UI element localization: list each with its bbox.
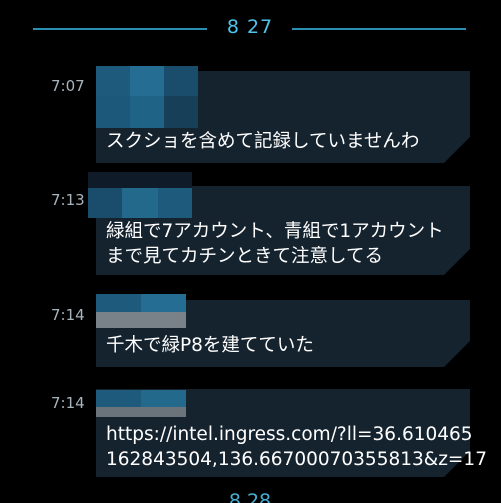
chat-log-screen: 8 27 7:07 スクショを含めて記録していませんわ 7:13 緑組で7アカウ… <box>0 0 501 503</box>
message-time: 7:14 <box>51 394 85 412</box>
message-time: 7:13 <box>51 191 85 209</box>
date-label: 8 28 <box>228 490 272 503</box>
pixelated-avatar-icon <box>96 66 198 128</box>
pixelated-avatar-icon <box>96 294 186 328</box>
message-text: 千木で緑P8を建てていた <box>106 335 314 356</box>
date-divider: 8 27 <box>0 14 501 44</box>
message-text: スクショを含めて記録していませんわ <box>106 131 420 152</box>
pixelated-avatar-icon <box>96 390 186 417</box>
message-time: 7:07 <box>51 77 85 95</box>
message-time: 7:14 <box>51 306 85 324</box>
message-text-line: まで見てカチンときて注意してる <box>106 246 383 267</box>
message-link-line[interactable]: https://intel.ingress.com/?ll=36.610465 <box>106 422 473 447</box>
divider-line-right <box>292 28 466 30</box>
message-link-line[interactable]: 162843504,136.66700070355813&z=17 <box>106 447 487 472</box>
divider-line-left <box>33 28 207 30</box>
date-label: 8 27 <box>226 16 274 38</box>
message-text-line: 緑組で7アカウント、青組で1アカウント <box>106 221 444 242</box>
pixelated-avatar-icon <box>88 172 192 218</box>
